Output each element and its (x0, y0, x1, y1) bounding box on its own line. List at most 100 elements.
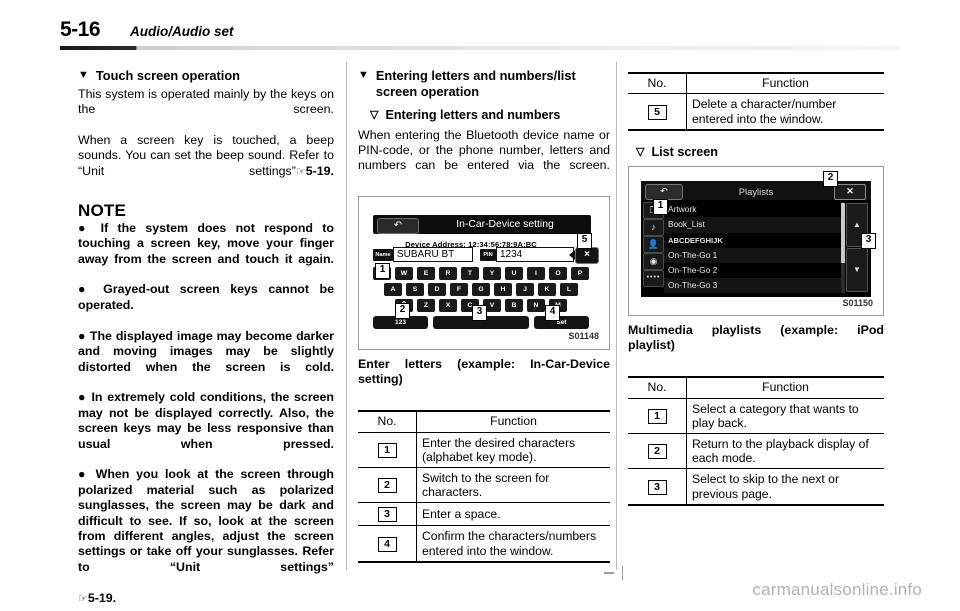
scrollbar-thumb[interactable] (841, 203, 845, 264)
bullet-dot: ● (78, 328, 90, 343)
close-button[interactable]: ✕ (834, 183, 866, 200)
delete-key[interactable]: × (575, 247, 599, 265)
key-set[interactable]: Set (534, 316, 589, 330)
category-music-note-icon[interactable]: ♪ (643, 219, 664, 237)
category-artist-icon[interactable]: 👤 (643, 236, 664, 254)
number-badge: 4 (377, 536, 397, 552)
name-field-value[interactable]: SUBARU BT (393, 247, 473, 263)
table-header-row: No. Function (358, 410, 610, 433)
table-row: 4 Confirm the characters/numbers entered… (358, 525, 610, 563)
name-field-label: Name (373, 249, 393, 262)
list-item[interactable]: Book_List (664, 217, 841, 233)
column-right: No. Function 5 Delete a character/number… (628, 68, 884, 506)
bullet-dot: ● (78, 467, 96, 482)
key-t[interactable]: T (461, 267, 479, 281)
key-p[interactable]: P (571, 267, 589, 281)
in-car-device-setting-screen: ↶ In-Car-Device setting Device Address: … (359, 197, 609, 349)
function-table-top-right: No. Function 5 Delete a character/number… (628, 72, 884, 131)
column-divider-2 (616, 62, 617, 570)
pin-field-value[interactable]: 1234 (496, 247, 574, 263)
category-album-disc-icon[interactable]: ◉ (643, 253, 664, 271)
table-header-row: No. Function (628, 376, 884, 399)
list-item[interactable]: On-The-Go 2 (664, 263, 841, 278)
heading-text: Entering letters and numbers/list screen… (375, 68, 576, 99)
figure-caption-list: Multimedia playlists (example: iPod play… (628, 323, 884, 353)
screen-body: ↶ Playlists ✕ ❐ ♪ 👤 ◉ •••• Artwork Book_… (641, 181, 871, 298)
heading-text: Touch screen operation (95, 68, 240, 83)
bullet-dot: ● (78, 390, 92, 405)
row-number-cell: 5 (628, 93, 687, 131)
paragraph-2: When a screen key is touched, a beep sou… (78, 133, 334, 195)
table-row: 5 Delete a character/number entered into… (628, 93, 884, 131)
bullet-dot: ● (78, 220, 101, 235)
key-f[interactable]: F (450, 283, 468, 297)
figure-keypad-screen: ↶ In-Car-Device setting Device Address: … (358, 196, 610, 351)
key-a[interactable]: A (384, 283, 402, 297)
key-w[interactable]: W (395, 267, 413, 281)
key-b[interactable]: B (505, 299, 523, 313)
callout-4: 4 (545, 305, 560, 322)
number-badge: 2 (377, 478, 397, 494)
key-j[interactable]: J (516, 283, 534, 297)
note-bullet-2: ● Grayed-out screen keys cannot be opera… (78, 282, 334, 328)
table-row: 1 Select a category that wants to play b… (628, 398, 884, 435)
key-r[interactable]: R (439, 267, 457, 281)
section-title: Audio/Audio set (130, 24, 234, 39)
number-badge: 3 (647, 479, 667, 495)
row-number-cell: 3 (358, 502, 417, 527)
row-function-cell: Confirm the characters/numbers entered i… (416, 525, 610, 563)
key-n[interactable]: N (527, 299, 545, 313)
screen-title-bar: ↶ In-Car-Device setting (373, 215, 591, 235)
key-e[interactable]: E (417, 267, 435, 281)
row-function-cell: Enter a space. (416, 502, 610, 527)
list-item[interactable]: On-The-Go 1 (664, 247, 841, 263)
number-badge: 2 (647, 444, 667, 460)
page-down-button[interactable]: ▼ (846, 248, 868, 293)
hollow-triangle-icon: ▽ (370, 109, 379, 122)
footer-tick (622, 566, 623, 580)
row-number-cell: 1 (628, 398, 687, 435)
list-item[interactable]: ABCDEFGHIJK (664, 233, 841, 248)
figure-list-screen: ↶ Playlists ✕ ❐ ♪ 👤 ◉ •••• Artwork Book_… (628, 166, 884, 317)
hollow-triangle-icon: ▽ (636, 145, 645, 158)
page-header: 5-16 Audio/Audio set (60, 18, 900, 52)
key-g[interactable]: G (472, 283, 490, 297)
key-l[interactable]: L (560, 283, 578, 297)
back-button[interactable]: ↶ (377, 217, 419, 234)
list-item[interactable]: On-The-Go 3 (664, 278, 841, 294)
key-k[interactable]: K (538, 283, 556, 297)
key-z[interactable]: Z (417, 299, 435, 313)
key-d[interactable]: D (428, 283, 446, 297)
playlists-screen: ↶ Playlists ✕ ❐ ♪ 👤 ◉ •••• Artwork Book_… (629, 167, 883, 315)
pointer-icon: ☞ (295, 164, 306, 178)
row-function-cell: Delete a character/number entered into t… (686, 93, 884, 131)
header-rule (60, 46, 900, 50)
table-row: 2 Return to the playback display of each… (628, 433, 884, 470)
footer-watermark: carmanualsonline.info (752, 580, 922, 599)
key-y[interactable]: Y (483, 267, 501, 281)
row-number-cell: 2 (628, 433, 687, 470)
paragraph-entering: When entering the Bluetooth device name … (358, 127, 610, 173)
th-no: No. (628, 72, 687, 95)
heading-touch-screen-operation: ▼ Touch screen operation (78, 68, 334, 84)
key-x[interactable]: X (439, 299, 457, 313)
row-function-cell: Enter the desired characters (alphabet k… (416, 432, 610, 469)
key-o[interactable]: O (549, 267, 567, 281)
key-i[interactable]: I (527, 267, 545, 281)
row-function-cell: Return to the playback display of each m… (686, 433, 884, 470)
note-bullet-5-text: When you look at the screen through pola… (78, 467, 334, 574)
list-item[interactable]: Artwork (664, 202, 841, 217)
key-h[interactable]: H (494, 283, 512, 297)
subheading-entering-letters-numbers: ▽ Entering letters and numbers (370, 108, 610, 123)
th-no: No. (628, 376, 687, 399)
key-s[interactable]: S (406, 283, 424, 297)
note-bullet-2-text: Grayed-out screen keys cannot be operate… (78, 282, 334, 312)
number-badge: 1 (377, 442, 397, 458)
key-u[interactable]: U (505, 267, 523, 281)
note-bullet-4: ● In extremely cold conditions, the scre… (78, 390, 334, 467)
row-number-cell: 4 (358, 525, 417, 563)
th-function: Function (416, 410, 610, 433)
pin-field-label: PIN (480, 249, 496, 262)
pointer-icon: ☞ (78, 591, 88, 605)
category-more-icon[interactable]: •••• (643, 270, 664, 288)
